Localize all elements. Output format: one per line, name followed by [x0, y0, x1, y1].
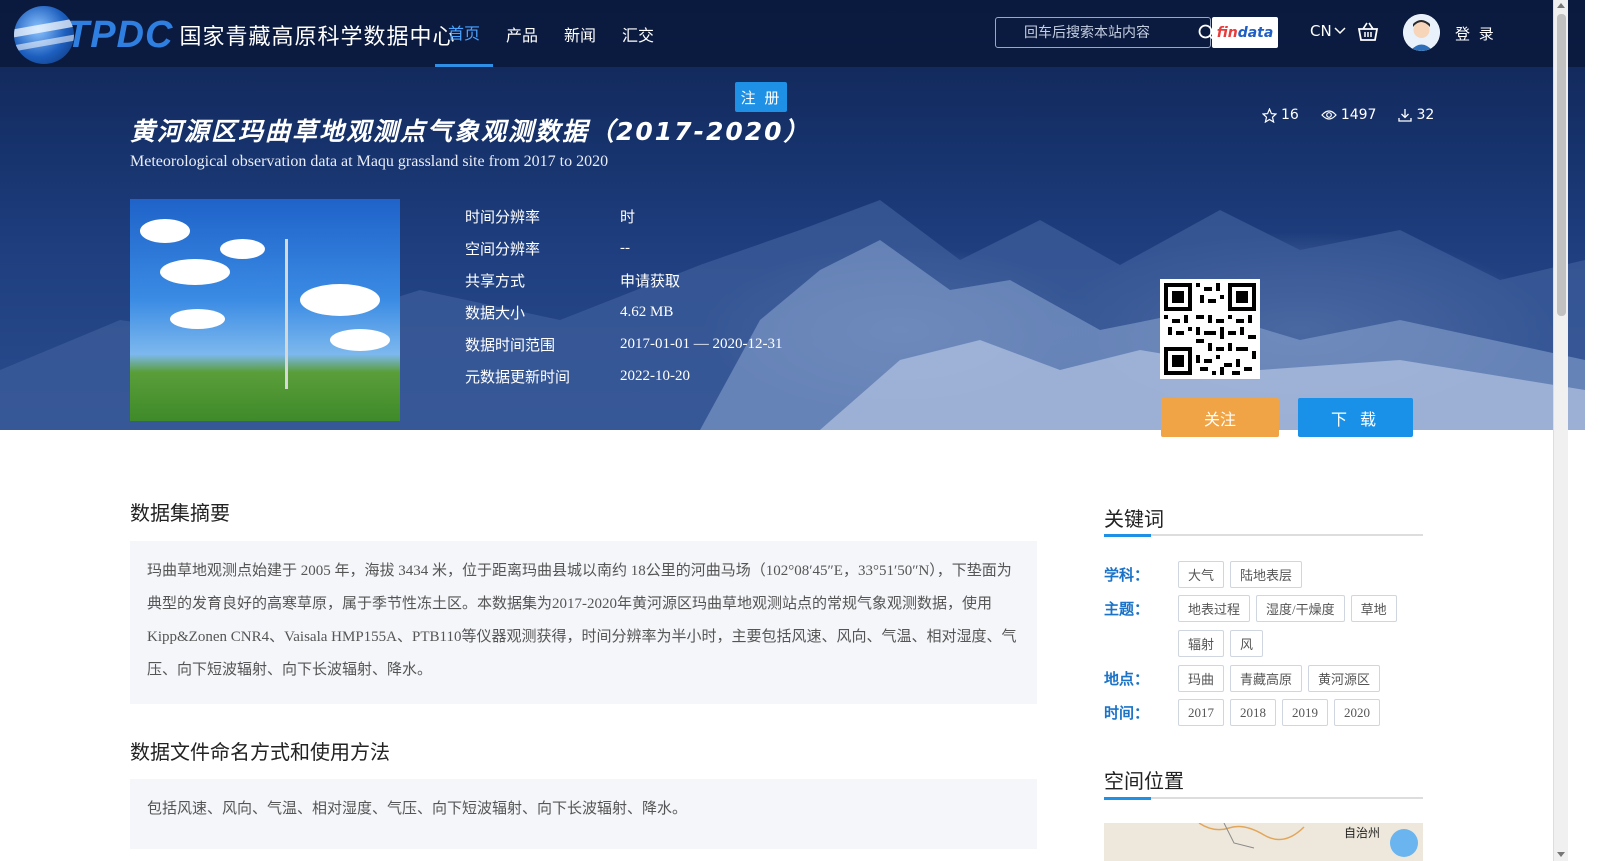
info-value: --: [620, 239, 630, 256]
info-key: 数据时间范围: [465, 335, 556, 354]
info-row: 空间分辨率 --: [465, 232, 782, 264]
info-row: 数据大小 4.62 MB: [465, 296, 782, 328]
hero-banner: TPDC 国家青藏高原科学数据中心 首页 产品 新闻 汇交 findata CN: [0, 0, 1585, 430]
download-button[interactable]: 下 载: [1298, 398, 1413, 437]
map-place-label: 自治州: [1344, 826, 1381, 840]
info-value: 4.62 MB: [620, 303, 674, 320]
logo-abbreviation: TPDC: [66, 13, 174, 56]
page-scrollbar[interactable]: [1553, 0, 1568, 861]
info-value: 2022-10-20: [620, 367, 690, 384]
keyword-tag[interactable]: 大气: [1178, 561, 1225, 588]
info-row: 时间分辨率 时: [465, 200, 782, 232]
info-row: 元数据更新时间 2022-10-20: [465, 360, 782, 392]
eye-icon: [1321, 110, 1337, 120]
keyword-row-discipline: 学科： 大气 陆地表层: [1104, 561, 1418, 588]
follow-button[interactable]: 关注: [1161, 398, 1279, 437]
views-stat: 1497: [1321, 107, 1377, 123]
info-key: 空间分辨率: [465, 239, 541, 258]
nav-item-products[interactable]: 产品: [493, 0, 551, 67]
user-avatar[interactable]: [1403, 14, 1440, 51]
keyword-label: 地点：: [1104, 670, 1150, 688]
keyword-tag[interactable]: 辐射: [1178, 630, 1225, 657]
info-key: 元数据更新时间: [465, 367, 571, 386]
map-expand-icon[interactable]: [1390, 829, 1418, 857]
downloads-count: 32: [1416, 107, 1435, 123]
main-nav: 首页 产品 新闻 汇交: [435, 0, 667, 67]
info-value: 2017-01-01 — 2020-12-31: [620, 335, 783, 352]
location-divider: [1104, 797, 1423, 800]
login-link[interactable]: 登 录: [1455, 23, 1496, 44]
nav-item-home[interactable]: 首页: [435, 0, 494, 67]
keywords-divider: [1104, 534, 1423, 537]
scroll-down-arrow-icon[interactable]: [1557, 852, 1565, 857]
keyword-tag[interactable]: 地表过程: [1178, 595, 1251, 622]
language-selector[interactable]: CN: [1310, 22, 1346, 40]
nav-item-news[interactable]: 新闻: [551, 0, 609, 67]
findata-button[interactable]: fin data: [1212, 17, 1278, 48]
stars-count: 16: [1281, 107, 1299, 123]
info-row: 数据时间范围 2017-01-01 — 2020-12-31: [465, 328, 782, 360]
scroll-up-arrow-icon[interactable]: [1557, 3, 1565, 8]
stars-stat[interactable]: 16: [1262, 107, 1299, 123]
language-label: CN: [1310, 22, 1332, 40]
info-value: 申请获取: [620, 273, 681, 290]
keyword-label: 主题：: [1104, 600, 1150, 618]
keyword-row-time: 时间： 2017 2018 2019 2020: [1104, 699, 1418, 726]
dataset-title: 黄河源区玛曲草地观测点气象观测数据（2017-2020）: [130, 117, 811, 146]
dataset-info-table: 时间分辨率 时 空间分辨率 -- 共享方式 申请获取 数据大小 4.62 MB …: [465, 200, 782, 392]
info-key: 数据大小: [465, 303, 526, 322]
keyword-tag[interactable]: 玛曲: [1178, 665, 1225, 692]
keyword-tag[interactable]: 黄河源区: [1308, 665, 1381, 692]
register-button[interactable]: 注 册: [735, 82, 787, 112]
downloads-stat: 32: [1398, 107, 1434, 123]
keywords-title: 关键词: [1104, 507, 1164, 531]
keyword-label: 学科：: [1104, 566, 1150, 584]
location-map[interactable]: 自治州: [1104, 823, 1423, 861]
scrollbar-thumb[interactable]: [1557, 14, 1566, 316]
keyword-tag[interactable]: 湿度/干燥度: [1256, 595, 1345, 622]
keyword-tag[interactable]: 青藏高原: [1230, 665, 1303, 692]
download-icon: [1398, 109, 1413, 122]
top-navigation-bar: TPDC 国家青藏高原科学数据中心 首页 产品 新闻 汇交 findata CN: [0, 0, 1585, 67]
abstract-text: 玛曲草地观测点始建于 2005 年，海拔 3434 米，位于距离玛曲县城以南约 …: [130, 541, 1037, 704]
site-logo[interactable]: TPDC 国家青藏高原科学数据中心: [14, 6, 455, 64]
logo-site-name: 国家青藏高原科学数据中心: [179, 25, 456, 50]
naming-text: 包括风速、风向、气温、相对湿度、气压、向下短波辐射、向下长波辐射、降水。: [130, 779, 1037, 849]
keyword-row-place: 地点： 玛曲 青藏高原 黄河源区: [1104, 665, 1418, 692]
keyword-tag[interactable]: 风: [1230, 630, 1264, 657]
search-box: [995, 17, 1216, 48]
info-row: 共享方式 申请获取: [465, 264, 782, 296]
keyword-label: 时间：: [1104, 704, 1150, 722]
keyword-tag[interactable]: 2018: [1230, 699, 1276, 726]
keyword-row-theme: 主题： 地表过程 湿度/干燥度 草地 辐射 风: [1104, 595, 1418, 657]
info-value: 时: [620, 209, 636, 226]
findata-label-suffix: data: [1237, 24, 1274, 41]
page: TPDC 国家青藏高原科学数据中心 首页 产品 新闻 汇交 findata CN: [0, 0, 1600, 861]
nav-item-submit[interactable]: 汇交: [609, 0, 667, 67]
keyword-tag[interactable]: 2019: [1282, 699, 1328, 726]
keyword-tag[interactable]: 草地: [1350, 595, 1397, 622]
keyword-tag[interactable]: 2020: [1334, 699, 1380, 726]
abstract-section-title: 数据集摘要: [130, 501, 230, 525]
search-input[interactable]: [996, 18, 1198, 47]
globe-logo-icon: [14, 6, 74, 64]
dataset-thumbnail-image: [130, 199, 400, 421]
naming-section-title: 数据文件命名方式和使用方法: [130, 740, 390, 764]
qr-code-image: [1160, 279, 1260, 379]
star-icon: [1262, 107, 1277, 123]
dataset-title-english: Meteorological observation data at Maqu …: [130, 153, 609, 170]
info-key: 共享方式: [465, 271, 526, 290]
info-key: 时间分辨率: [465, 207, 541, 226]
dataset-stats: 16 1497 32: [1262, 107, 1434, 123]
location-title: 空间位置: [1104, 769, 1184, 793]
views-count: 1497: [1340, 107, 1377, 123]
keyword-tag[interactable]: 陆地表层: [1230, 561, 1303, 588]
chevron-down-icon: [1334, 27, 1346, 35]
shopping-basket-icon[interactable]: [1357, 22, 1379, 42]
keyword-tag[interactable]: 2017: [1178, 699, 1224, 726]
findata-label-prefix: fin: [1216, 24, 1238, 41]
